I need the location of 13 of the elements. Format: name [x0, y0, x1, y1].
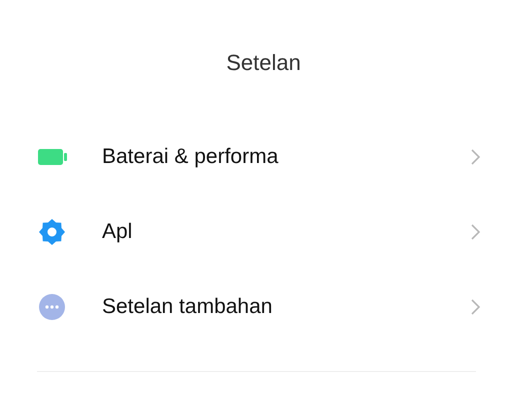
item-label: Baterai & performa [102, 144, 280, 168]
screen-title: Setelan [225, 49, 302, 77]
chevron-icon [470, 298, 482, 316]
settings-item[interactable]: Setelan tambahan [0, 269, 527, 344]
chevron-icon [470, 148, 482, 166]
item-label: Setelan tambahan [102, 294, 274, 318]
gear-icon [36, 218, 68, 246]
chevron-icon [470, 222, 482, 240]
battery-icon [36, 146, 68, 166]
settings-item[interactable]: Baterai & performa [0, 119, 527, 194]
settings-item[interactable]: Apl [0, 194, 527, 269]
item-label: Apl [102, 220, 134, 244]
more-icon [36, 292, 68, 320]
